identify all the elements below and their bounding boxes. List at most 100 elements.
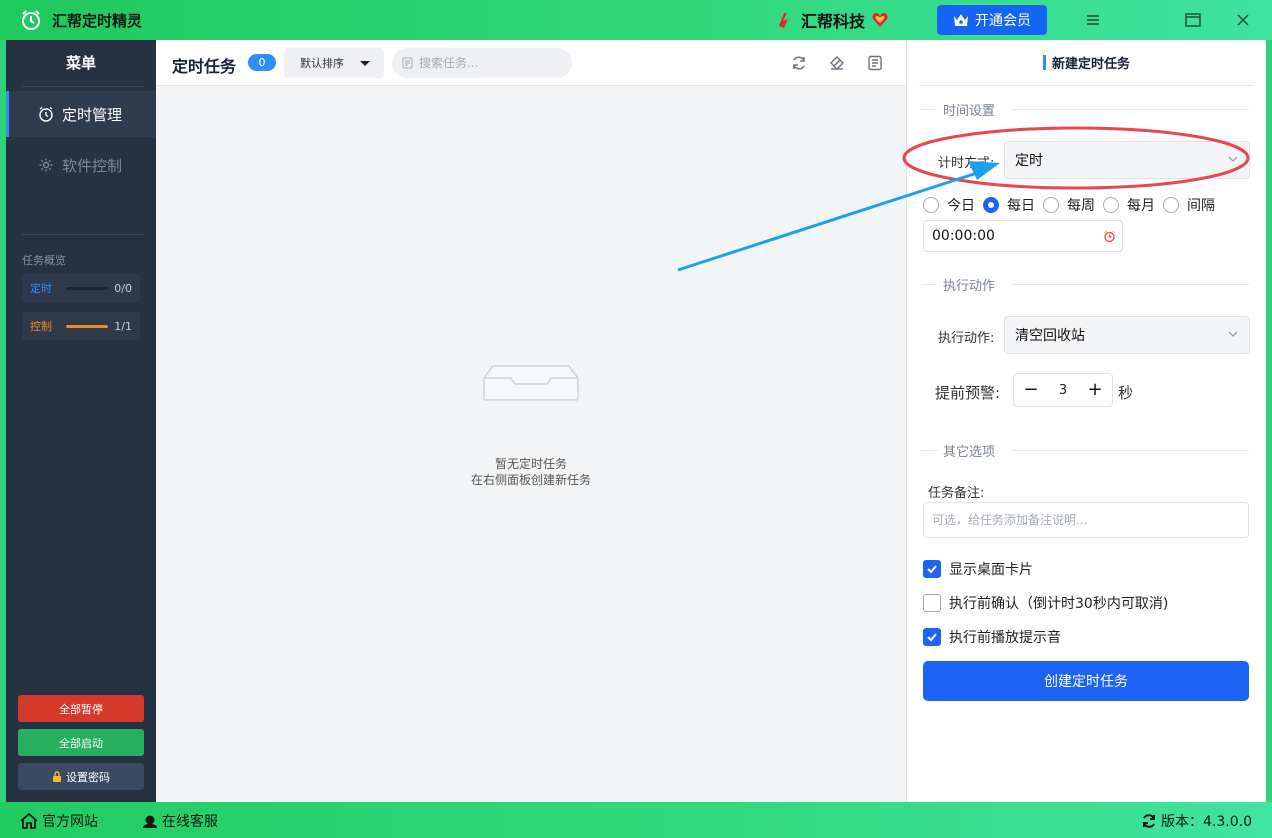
gear-icon [39, 158, 53, 172]
checkbox-play-sound[interactable]: 执行前播放提示音 [923, 627, 1061, 647]
stat-control: 控制 1/1 [22, 312, 140, 340]
set-password-label: 设置密码 [66, 770, 110, 784]
warning-stepper[interactable]: − 3 + [1013, 373, 1113, 407]
lock-icon [53, 771, 61, 782]
note-label: 任务备注: [928, 486, 985, 501]
eraser-icon [830, 56, 844, 70]
panel-title: 新建定时任务 [1051, 57, 1130, 72]
checkbox-confirm-before-run[interactable]: 执行前确认（倒计时30秒内可取消) [923, 593, 1168, 613]
stat-label: 定时 [30, 282, 52, 295]
time-value: 00:00:00 [932, 228, 995, 244]
stat-label: 控制 [30, 320, 52, 333]
plus-icon[interactable]: + [1086, 381, 1104, 399]
radio-label: 每月 [1127, 198, 1155, 214]
radio-dot [1163, 197, 1179, 213]
maximize-icon [1185, 13, 1201, 27]
create-task-button[interactable]: 创建定时任务 [923, 661, 1249, 701]
app-title: 汇帮定时精灵 [52, 12, 143, 30]
radio-dot [923, 197, 939, 213]
document-icon [402, 57, 413, 69]
chevron-down-icon [1228, 156, 1238, 162]
website-label: 官方网站 [42, 814, 98, 830]
search-input[interactable] [419, 56, 559, 70]
radio-daily[interactable]: 每日 [983, 195, 1043, 215]
radio-label: 每日 [1007, 198, 1035, 214]
radio-label: 每周 [1067, 198, 1095, 214]
task-list-area: 定时任务 0 默认排序 暂无定时任务 在右侧面板创建新任务 [156, 40, 906, 802]
time-input[interactable]: 00:00:00 [923, 220, 1123, 252]
log-button[interactable] [865, 53, 885, 73]
sidebar-item-label: 软件控制 [62, 156, 123, 175]
empty-state-hint: 在右侧面板创建新任务 [470, 473, 591, 487]
section-action-title: 执行动作 [943, 279, 996, 294]
version-info[interactable]: 版本：4.3.0.0 [1141, 811, 1252, 831]
chevron-down-icon [1228, 331, 1238, 337]
checkbox-label: 显示桌面卡片 [949, 562, 1033, 578]
radio-today[interactable]: 今日 [923, 195, 983, 215]
new-task-panel: 新建定时任务 时间设置 计时方式: 定时 今日 每日 每周 每月 间隔 00:0… [906, 40, 1266, 802]
task-toolbar: 定时任务 0 默认排序 [156, 40, 906, 86]
clear-button[interactable] [827, 53, 847, 73]
action-value: 清空回收站 [1015, 328, 1085, 344]
task-count-badge: 0 [248, 54, 276, 71]
radio-label: 今日 [947, 198, 975, 214]
sidebar-item-label: 定时管理 [62, 105, 123, 124]
close-button[interactable] [1230, 8, 1256, 32]
sort-select[interactable]: 默认排序 [284, 48, 384, 78]
warning-value[interactable]: 3 [1059, 383, 1067, 398]
overview-title: 任务概览 [22, 254, 66, 267]
vip-button[interactable]: 开通会员 [937, 5, 1047, 35]
checkbox-label: 执行前播放提示音 [949, 630, 1061, 646]
divider [921, 109, 937, 110]
radio-monthly[interactable]: 每月 [1103, 195, 1163, 215]
section-other-title: 其它选项 [943, 445, 996, 460]
radio-label: 间隔 [1187, 198, 1215, 214]
sidebar-item-software-control[interactable]: 软件控制 [6, 142, 156, 188]
set-password-button[interactable]: 设置密码 [18, 763, 144, 790]
title-bar: 汇帮定时精灵 汇帮科技 开通会员 [0, 0, 1272, 40]
close-icon [1237, 14, 1249, 26]
radio-dot [1103, 197, 1119, 213]
sidebar-item-timer-management[interactable]: 定时管理 [6, 91, 156, 137]
radio-weekly[interactable]: 每周 [1043, 195, 1103, 215]
maximize-button[interactable] [1180, 8, 1206, 32]
website-link[interactable]: 官方网站 [20, 811, 98, 831]
menu-button[interactable] [1080, 8, 1106, 32]
repeat-radio-group: 今日 每日 每周 每月 间隔 [923, 195, 1223, 215]
refresh-button[interactable] [789, 53, 809, 73]
stat-timer: 定时 0/0 [22, 274, 140, 302]
refresh-icon [1143, 814, 1155, 828]
checkbox-show-desktop-card[interactable]: 显示桌面卡片 [923, 559, 1033, 579]
warning-unit: 秒 [1118, 384, 1134, 402]
alarm-clock-icon[interactable] [1103, 230, 1116, 243]
brand: 汇帮科技 [775, 9, 889, 31]
timing-mode-select[interactable]: 定时 [1004, 141, 1250, 179]
checkbox-box [923, 594, 941, 612]
caret-down-icon [360, 61, 370, 66]
sort-select-value: 默认排序 [300, 57, 344, 70]
support-label: 在线客服 [162, 814, 218, 830]
start-all-button[interactable]: 全部启动 [18, 729, 144, 756]
sidebar: 菜单 定时管理 软件控制 任务概览 定时 0/0 控制 1/1 全部暂停 全部启… [6, 40, 156, 802]
menu-icon [1087, 15, 1099, 25]
title-accent-bar [1042, 55, 1046, 70]
stat-progress-track [66, 324, 109, 328]
empty-tray-icon [483, 365, 579, 401]
divider [1011, 450, 1249, 451]
note-field[interactable] [923, 502, 1249, 538]
radio-interval[interactable]: 间隔 [1163, 195, 1223, 215]
action-label: 执行动作: [938, 331, 995, 346]
note-input[interactable] [932, 513, 1232, 527]
search-box[interactable] [392, 48, 572, 78]
support-agent-icon [143, 815, 157, 828]
pause-all-button[interactable]: 全部暂停 [18, 695, 144, 722]
minus-icon[interactable]: − [1022, 381, 1040, 399]
checkbox-label: 执行前确认（倒计时30秒内可取消) [949, 596, 1169, 612]
alarm-clock-icon [39, 106, 53, 122]
divider [22, 234, 144, 235]
menu-title: 菜单 [65, 54, 96, 72]
support-link[interactable]: 在线客服 [142, 811, 218, 831]
action-select[interactable]: 清空回收站 [1004, 316, 1250, 354]
status-bar: 官方网站 在线客服 版本：4.3.0.0 [0, 802, 1272, 838]
timing-mode-value: 定时 [1015, 153, 1043, 169]
